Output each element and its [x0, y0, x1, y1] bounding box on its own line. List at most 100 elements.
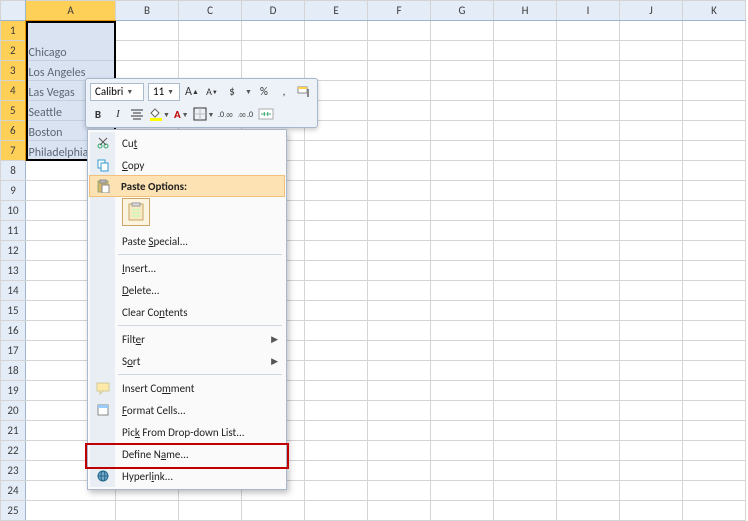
italic-button[interactable]: I: [110, 106, 126, 122]
cell-B2[interactable]: [116, 41, 179, 61]
cell-E21[interactable]: [305, 421, 368, 441]
cell-G7[interactable]: [431, 141, 494, 161]
cell-H9[interactable]: [494, 181, 557, 201]
cell-E7[interactable]: [305, 141, 368, 161]
cell-I20[interactable]: [557, 401, 620, 421]
cell-J23[interactable]: [620, 461, 683, 481]
cell-J8[interactable]: [620, 161, 683, 181]
menu-delete[interactable]: Delete...: [90, 279, 284, 301]
grow-font-button[interactable]: A▲: [184, 84, 200, 100]
percent-button[interactable]: %: [256, 84, 272, 100]
borders-button[interactable]: ▼: [193, 107, 215, 121]
cell-F23[interactable]: [368, 461, 431, 481]
col-header-A[interactable]: A: [26, 1, 116, 21]
col-header-G[interactable]: G: [431, 1, 494, 21]
cell-E11[interactable]: [305, 221, 368, 241]
cell-I10[interactable]: [557, 201, 620, 221]
cell-E13[interactable]: [305, 261, 368, 281]
cell-G12[interactable]: [431, 241, 494, 261]
row-header-1[interactable]: 1: [1, 21, 26, 41]
cell-F18[interactable]: [368, 361, 431, 381]
cell-H13[interactable]: [494, 261, 557, 281]
cell-J5[interactable]: [620, 101, 683, 121]
row-header-17[interactable]: 17: [1, 341, 26, 361]
cell-G10[interactable]: [431, 201, 494, 221]
cell-I11[interactable]: [557, 221, 620, 241]
currency-split[interactable]: ▼: [244, 87, 252, 96]
menu-insert-comment[interactable]: Insert Comment: [90, 377, 284, 399]
cell-G23[interactable]: [431, 461, 494, 481]
cell-K17[interactable]: [683, 341, 746, 361]
cell-H10[interactable]: [494, 201, 557, 221]
cell-G5[interactable]: [431, 101, 494, 121]
cell-H7[interactable]: [494, 141, 557, 161]
cell-H22[interactable]: [494, 441, 557, 461]
row-header-24[interactable]: 24: [1, 481, 26, 501]
center-align-button[interactable]: [130, 108, 144, 120]
row-header-22[interactable]: 22: [1, 441, 26, 461]
cell-H1[interactable]: [494, 21, 557, 41]
cell-J15[interactable]: [620, 301, 683, 321]
cell-J19[interactable]: [620, 381, 683, 401]
cell-H19[interactable]: [494, 381, 557, 401]
cell-G19[interactable]: [431, 381, 494, 401]
col-header-F[interactable]: F: [368, 1, 431, 21]
row-header-2[interactable]: 2: [1, 41, 26, 61]
cell-E17[interactable]: [305, 341, 368, 361]
row-header-8[interactable]: 8: [1, 161, 26, 181]
menu-cut[interactable]: Cut: [90, 132, 284, 154]
cell-E20[interactable]: [305, 401, 368, 421]
col-header-K[interactable]: K: [683, 1, 746, 21]
cell-H6[interactable]: [494, 121, 557, 141]
cell-K4[interactable]: [683, 81, 746, 101]
cell-E9[interactable]: [305, 181, 368, 201]
cell-H11[interactable]: [494, 221, 557, 241]
cell-J9[interactable]: [620, 181, 683, 201]
cell-G15[interactable]: [431, 301, 494, 321]
cell-J14[interactable]: [620, 281, 683, 301]
cell-J6[interactable]: [620, 121, 683, 141]
cell-K2[interactable]: [683, 41, 746, 61]
cell-G13[interactable]: [431, 261, 494, 281]
col-header-H[interactable]: H: [494, 1, 557, 21]
cell-F22[interactable]: [368, 441, 431, 461]
cell-G1[interactable]: [431, 21, 494, 41]
paste-default-option[interactable]: [122, 198, 150, 226]
menu-copy[interactable]: Copy: [90, 154, 284, 176]
cell-I4[interactable]: [557, 81, 620, 101]
row-header-20[interactable]: 20: [1, 401, 26, 421]
col-header-J[interactable]: J: [620, 1, 683, 21]
cell-K10[interactable]: [683, 201, 746, 221]
cell-F11[interactable]: [368, 221, 431, 241]
cell-I13[interactable]: [557, 261, 620, 281]
cell-I5[interactable]: [557, 101, 620, 121]
cell-H5[interactable]: [494, 101, 557, 121]
font-color-button[interactable]: A ▼: [174, 108, 189, 121]
row-header-14[interactable]: 14: [1, 281, 26, 301]
cell-D1[interactable]: [242, 21, 305, 41]
cell-I12[interactable]: [557, 241, 620, 261]
cell-F5[interactable]: [368, 101, 431, 121]
cell-G11[interactable]: [431, 221, 494, 241]
cell-E19[interactable]: [305, 381, 368, 401]
cell-H16[interactable]: [494, 321, 557, 341]
cell-F4[interactable]: [368, 81, 431, 101]
row-header-13[interactable]: 13: [1, 261, 26, 281]
cell-J4[interactable]: [620, 81, 683, 101]
size-combo[interactable]: 11▼: [148, 83, 180, 101]
cell-J13[interactable]: [620, 261, 683, 281]
cell-G16[interactable]: [431, 321, 494, 341]
cell-H14[interactable]: [494, 281, 557, 301]
cell-I17[interactable]: [557, 341, 620, 361]
cell-E10[interactable]: [305, 201, 368, 221]
select-all-corner[interactable]: [1, 1, 26, 21]
cell-E14[interactable]: [305, 281, 368, 301]
cell-F10[interactable]: [368, 201, 431, 221]
cell-I23[interactable]: [557, 461, 620, 481]
cell-J17[interactable]: [620, 341, 683, 361]
row-header-21[interactable]: 21: [1, 421, 26, 441]
menu-define-name[interactable]: Define Name...: [90, 443, 284, 465]
cell-K16[interactable]: [683, 321, 746, 341]
cell-J22[interactable]: [620, 441, 683, 461]
currency-button[interactable]: $: [224, 84, 240, 100]
